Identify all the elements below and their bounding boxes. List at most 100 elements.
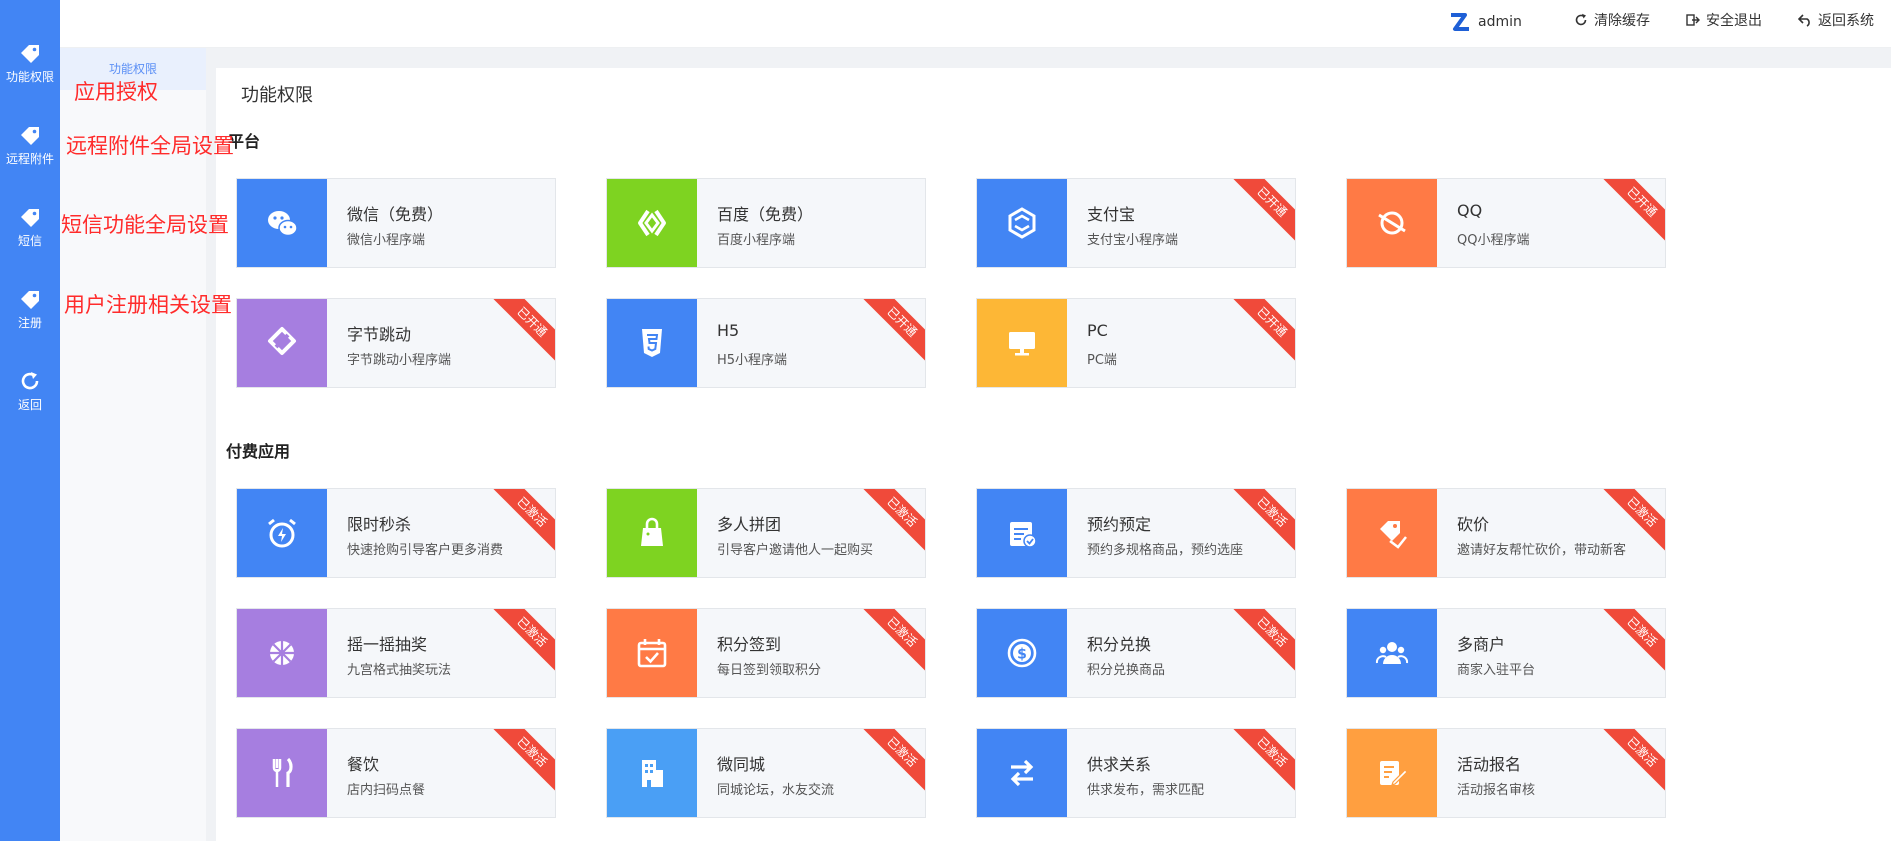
card-description: 供求发布，需求匹配	[1087, 783, 1205, 798]
app-card-qq[interactable]: QQ QQ小程序端 已开通	[1346, 178, 1666, 268]
card-name: H5	[717, 321, 740, 340]
card-icon-box	[237, 609, 327, 697]
back-system-button[interactable]: 返回系统	[1798, 10, 1874, 30]
annotation-register-settings: 用户注册相关设置	[64, 293, 232, 317]
app-card-alarm-clock[interactable]: 限时秒杀 快速抢购引导客户更多消费 已激活	[236, 488, 556, 578]
app-card-users[interactable]: 多商户 商家入驻平台 已激活	[1346, 608, 1666, 698]
app-card-wheel[interactable]: 摇一摇抽奖 九宫格式抽奖玩法 已激活	[236, 608, 556, 698]
return-icon	[1798, 14, 1810, 27]
sidebar-item-label: 功能权限	[5, 70, 54, 84]
card-description: 店内扫码点餐	[347, 783, 426, 798]
html5-icon	[642, 329, 662, 357]
user-menu[interactable]: admin	[1448, 10, 1522, 34]
status-ribbon: 已开通	[862, 299, 925, 362]
card-description: 字节跳动小程序端	[347, 353, 452, 368]
card-icon-box	[607, 299, 697, 387]
card-icon-box	[1347, 729, 1437, 817]
app-card-edit-form[interactable]: 活动报名 活动报名审核 已激活	[1346, 728, 1666, 818]
status-ribbon: 已开通	[492, 299, 555, 362]
calendar-icon	[637, 639, 667, 668]
main-sidebar: 功能权限 远程附件 短信 注册 返回	[0, 0, 60, 841]
card-name: 活动报名	[1457, 755, 1522, 774]
sidebar-item-permissions[interactable]: 功能权限	[0, 26, 60, 96]
app-card-building[interactable]: 微同城 同城论坛，水友交流 已激活	[606, 728, 926, 818]
card-name: 微同城	[717, 755, 766, 774]
card-description: 快速抢购引导客户更多消费	[347, 543, 504, 558]
clear-cache-button[interactable]: 清除缓存	[1574, 10, 1650, 30]
section-title-paid-apps: 付费应用	[226, 442, 291, 461]
status-ribbon: 已激活	[1232, 609, 1295, 672]
sidebar-item-label: 注册	[17, 316, 42, 330]
card-icon-box: $	[977, 609, 1067, 697]
card-icon-box	[1347, 609, 1437, 697]
status-ribbon: 已激活	[862, 729, 925, 792]
app-card-calendar-check[interactable]: 预约预定 预约多规格商品，预约选座 已激活	[976, 488, 1296, 578]
page-title: 功能权限	[241, 85, 313, 106]
coin-icon: $	[1007, 638, 1037, 668]
annotation-remote-attachment-settings: 远程附件全局设置	[66, 134, 234, 158]
app-card-html5[interactable]: H5 H5小程序端 已开通	[606, 298, 926, 388]
svg-text:$: $	[1017, 647, 1027, 663]
card-icon-box	[607, 489, 697, 577]
users-icon	[1375, 642, 1409, 664]
sidebar-item-sms[interactable]: 短信	[0, 190, 60, 260]
baidu-icon	[638, 209, 666, 237]
card-description: QQ小程序端	[1457, 233, 1530, 248]
tag-icon	[21, 291, 39, 309]
app-card-shopping-bag[interactable]: 多人拼团 引导客户邀请他人一起购买 已激活	[606, 488, 926, 578]
logout-button[interactable]: 安全退出	[1686, 10, 1762, 30]
card-icon-box	[237, 179, 327, 267]
app-card-bytedance[interactable]: 字节跳动 字节跳动小程序端 已开通	[236, 298, 556, 388]
card-name: 限时秒杀	[347, 515, 412, 534]
status-ribbon: 已激活	[1232, 729, 1295, 792]
card-icon-box	[237, 299, 327, 387]
sidebar-item-label: 短信	[17, 234, 42, 248]
annotation-app-authorization: 应用授权	[74, 80, 158, 104]
app-card-monitor[interactable]: PC PC端 已开通	[976, 298, 1296, 388]
refresh-icon	[1575, 13, 1587, 26]
status-ribbon: 已开通	[1232, 179, 1295, 242]
card-icon-box	[607, 179, 697, 267]
sidebar-item-label: 远程附件	[5, 152, 54, 166]
app-card-coin[interactable]: $ 积分兑换 积分兑换商品 已激活	[976, 608, 1296, 698]
app-card-exchange[interactable]: 供求关系 供求发布，需求匹配 已激活	[976, 728, 1296, 818]
sidebar-item-register[interactable]: 注册	[0, 272, 60, 342]
status-ribbon: 已开通	[1602, 179, 1665, 242]
card-icon-box	[977, 729, 1067, 817]
sidebar-item-remote-attachment[interactable]: 远程附件	[0, 108, 60, 178]
card-name: 多商户	[1457, 635, 1506, 654]
card-description: 每日签到领取积分	[717, 663, 822, 678]
card-name: 百度（免费）	[717, 205, 814, 224]
card-name: 预约预定	[1087, 515, 1152, 534]
app-card-price-tag[interactable]: 砍价 邀请好友帮忙砍价，带动新客 已激活	[1346, 488, 1666, 578]
app-card-baidu[interactable]: 百度（免费） 百度小程序端	[606, 178, 926, 268]
app-card-cutlery[interactable]: 餐饮 店内扫码点餐 已激活	[236, 728, 556, 818]
alarm-clock-icon	[268, 518, 296, 548]
back-system-label: 返回系统	[1818, 13, 1874, 29]
card-description: 百度小程序端	[717, 233, 796, 248]
card-name: 多人拼团	[717, 515, 782, 534]
card-description: 邀请好友帮忙砍价，带动新客	[1457, 543, 1627, 558]
card-description: 活动报名审核	[1457, 783, 1536, 798]
card-name: 支付宝	[1087, 205, 1136, 224]
status-ribbon: 已激活	[492, 729, 555, 792]
card-description: 预约多规格商品，预约选座	[1087, 543, 1244, 558]
qq-icon	[1378, 211, 1406, 235]
status-ribbon: 已激活	[492, 609, 555, 672]
alipay-icon	[1008, 207, 1036, 239]
card-icon-box	[977, 489, 1067, 577]
app-card-calendar[interactable]: 积分签到 每日签到领取积分 已激活	[606, 608, 926, 698]
card-icon-box	[1347, 489, 1437, 577]
app-card-wechat[interactable]: 微信（免费） 微信小程序端	[236, 178, 556, 268]
refresh-icon	[21, 372, 39, 390]
card-description: 引导客户邀请他人一起购买	[717, 543, 874, 558]
card-description: 微信小程序端	[347, 233, 426, 248]
exchange-icon	[1010, 759, 1034, 787]
tag-icon	[21, 127, 39, 145]
app-card-alipay[interactable]: 支付宝 支付宝小程序端 已开通	[976, 178, 1296, 268]
card-icon-box	[977, 179, 1067, 267]
sidebar-item-back[interactable]: 返回	[0, 354, 60, 424]
card-description: 积分兑换商品	[1087, 663, 1166, 678]
status-ribbon: 已激活	[1602, 609, 1665, 672]
wechat-icon	[268, 211, 298, 237]
